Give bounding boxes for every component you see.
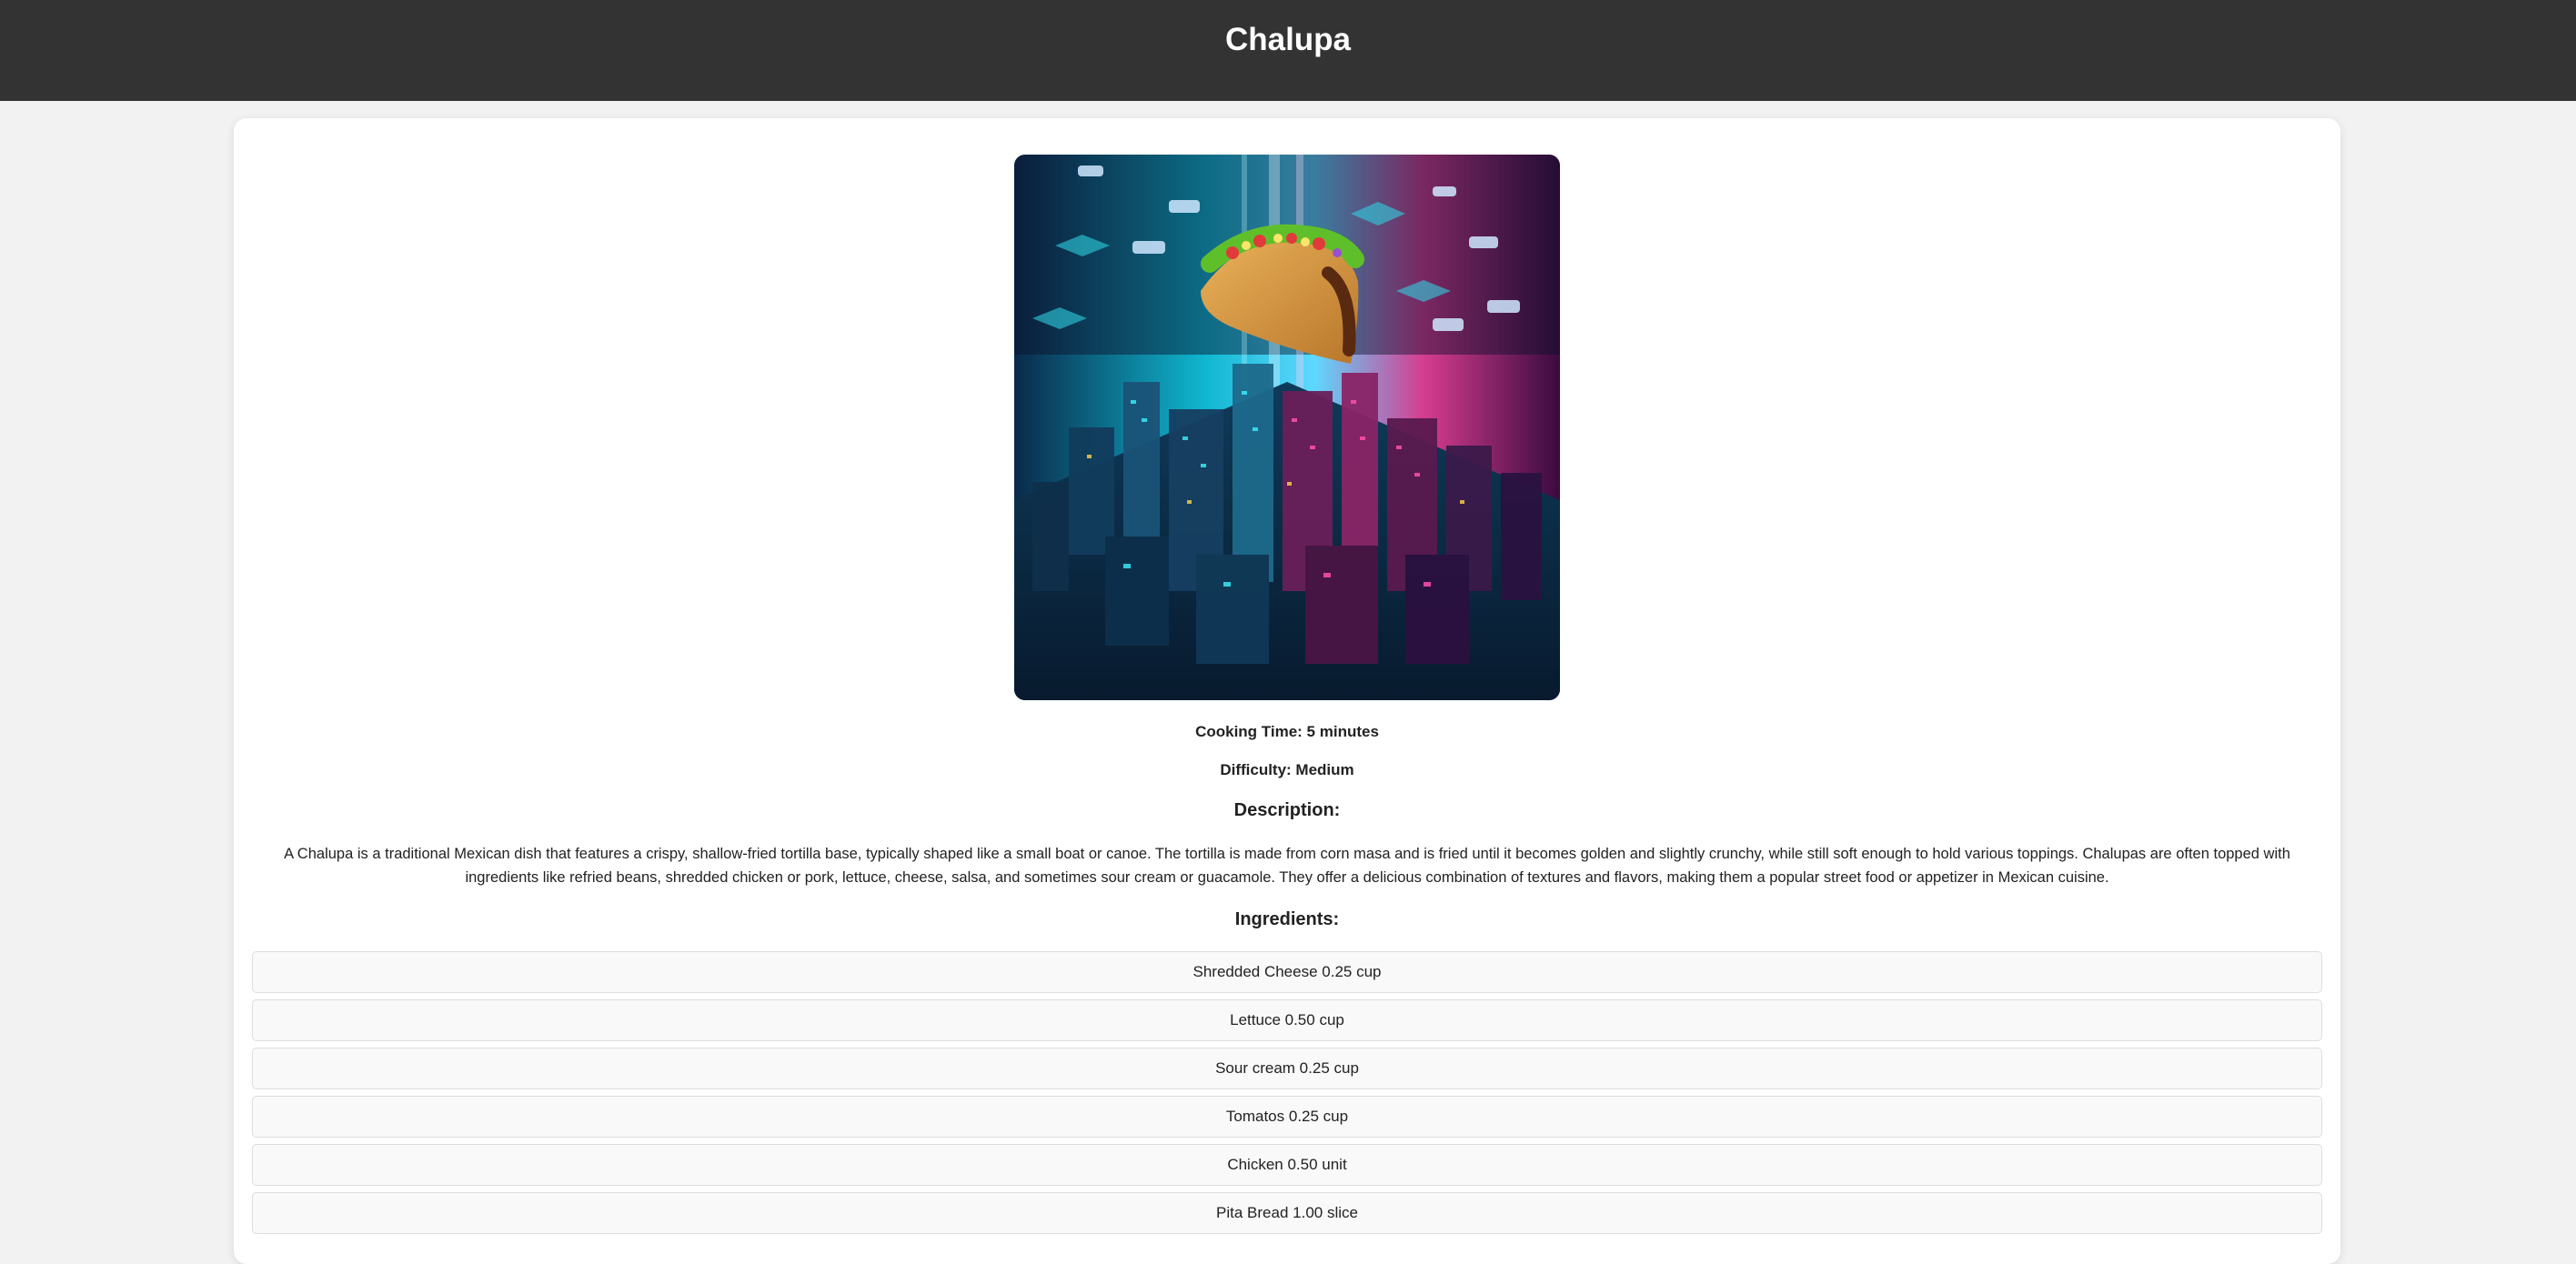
difficulty: Difficulty: Medium [1220,761,1354,778]
page-title: Chalupa [1224,22,1352,57]
ingredients-list: Shredded Cheese 0.25 cup Lettuce 0.50 cu… [252,951,2322,1240]
ingredients-heading: Ingredients: [1234,909,1340,929]
chalupa-cyberpunk-city-image [1014,155,1560,700]
ingredient-item: Tomatos 0.25 cup [252,1096,2322,1138]
ingredient-item: Sour cream 0.25 cup [252,1048,2322,1089]
cooking-time: Cooking Time: 5 minutes [1195,723,1379,740]
ingredient-item: Chicken 0.50 unit [252,1144,2322,1186]
recipe-card: Cooking Time: 5 minutes Difficulty: Medi… [234,118,2340,1264]
description-text: A Chalupa is a traditional Mexican dish … [284,846,2290,886]
ingredient-item: Shredded Cheese 0.25 cup [252,951,2322,993]
ingredient-item: Pita Bread 1.00 slice [252,1192,2322,1234]
page-header: Chalupa [0,0,2576,101]
ingredient-item: Lettuce 0.50 cup [252,999,2322,1041]
recipe-image [1014,155,1560,700]
description-heading: Description: [1233,800,1341,820]
